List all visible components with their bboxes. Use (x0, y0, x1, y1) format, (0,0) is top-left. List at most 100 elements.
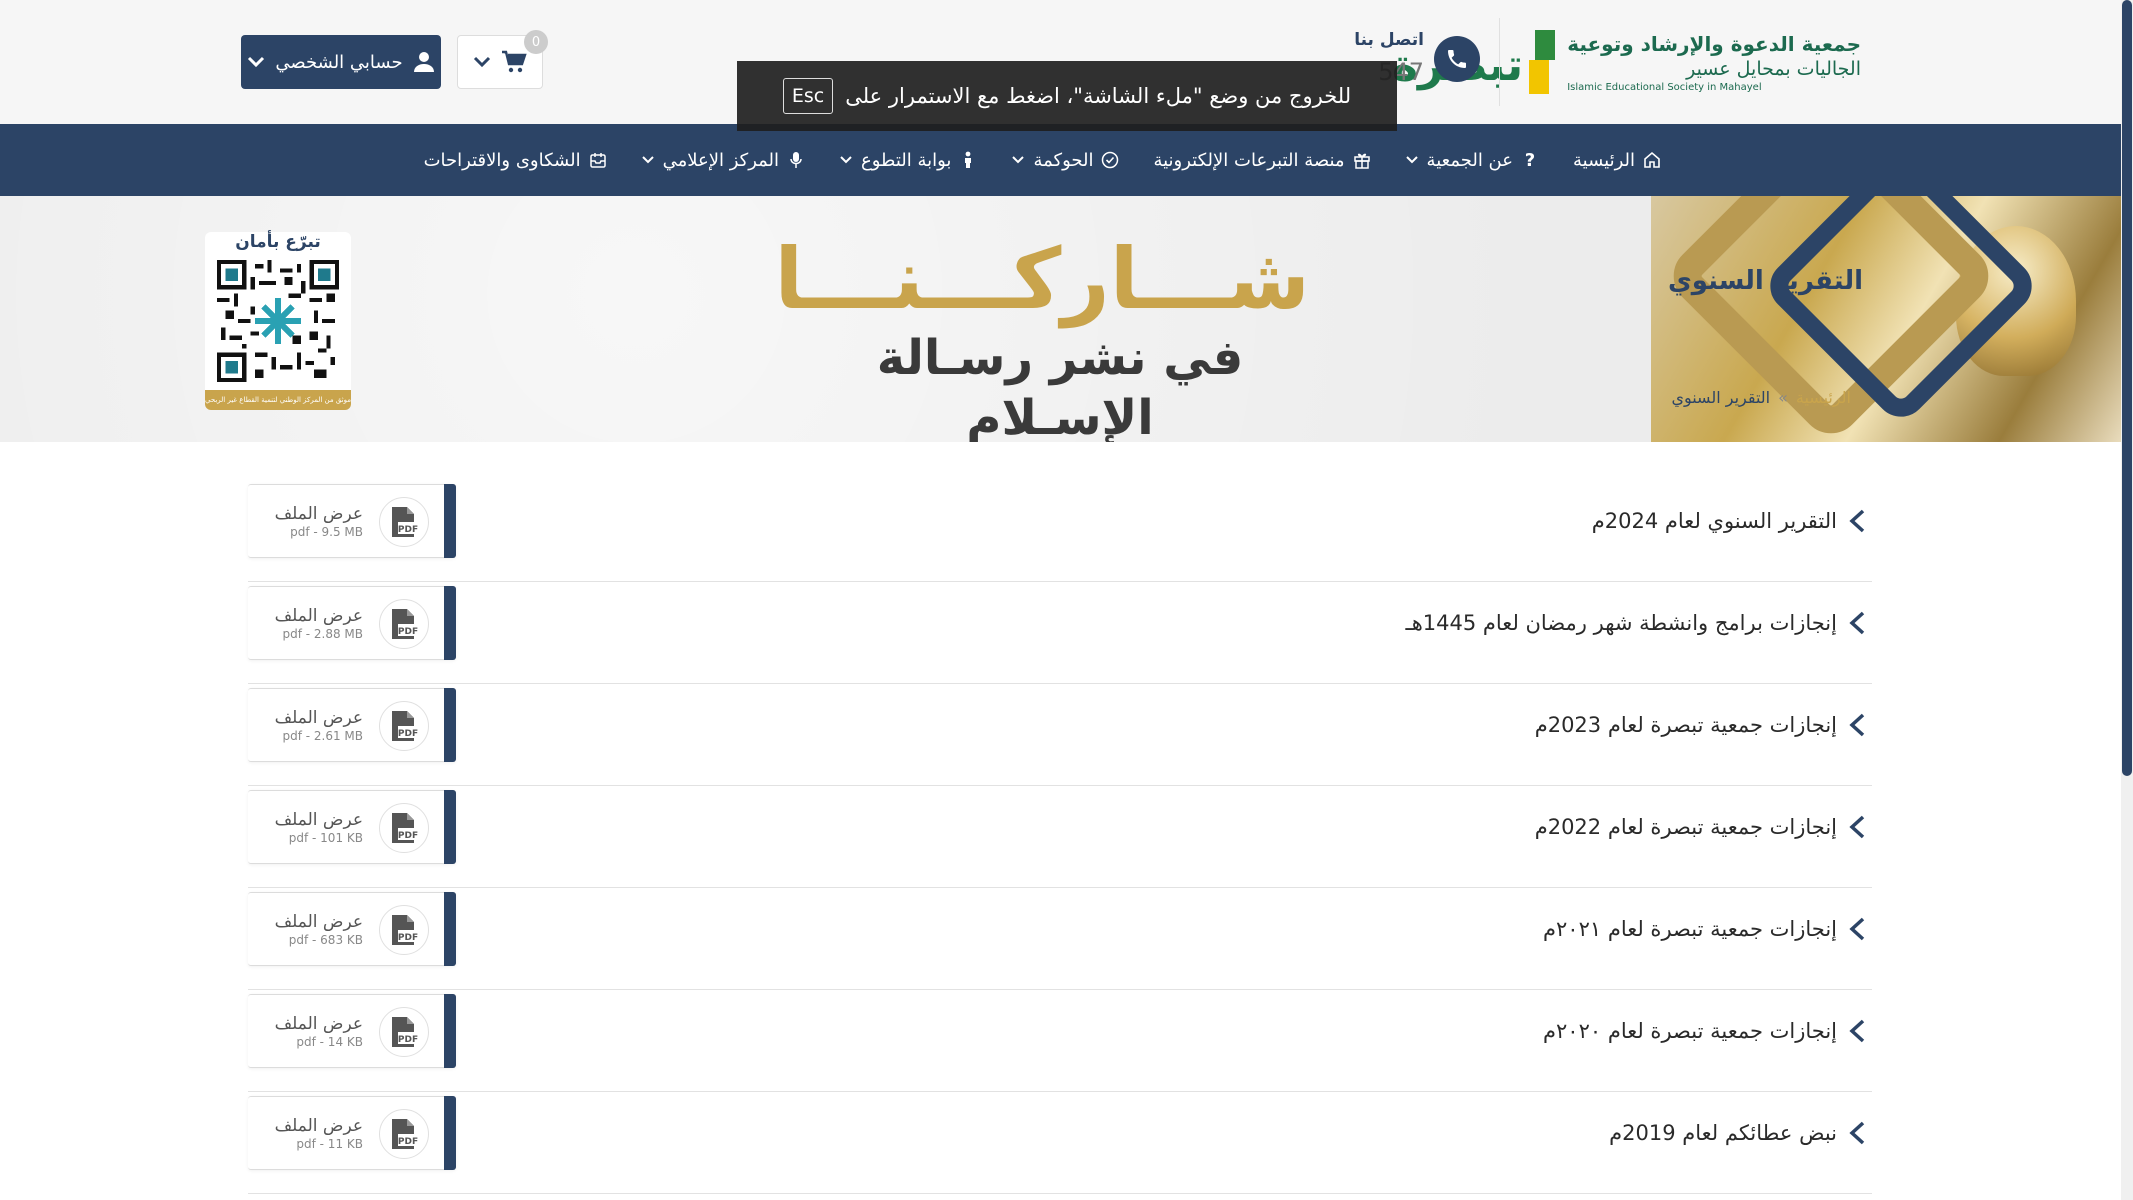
hero-banner: التقرير السنوي الرئيسية » التقرير السنوي… (0, 196, 2121, 442)
chevron-down-icon (248, 56, 265, 68)
breadcrumb-current: التقرير السنوي (1671, 388, 1771, 407)
pdf-file-icon: PDF (379, 599, 429, 649)
file-meta: عرض الملف pdf - 101 KB (275, 810, 363, 846)
file-meta: عرض الملف pdf - 11 KB (275, 1116, 363, 1152)
file-size: pdf - 101 KB (288, 831, 363, 845)
report-title[interactable]: نبض عطائكم لعام 2019م (1609, 1092, 1837, 1174)
svg-text:PDF: PDF (398, 933, 418, 943)
person-icon (959, 151, 977, 169)
report-row: نبض عطائكم لعام 2019م PDF عرض الملف pdf … (248, 1092, 1872, 1194)
file-label: عرض الملف (274, 504, 363, 524)
main-nav: الرئيسية ? عن الجمعية منصة التبرعات الإل… (0, 124, 2121, 196)
pdf-file-icon: PDF (379, 497, 429, 547)
chevron-left-icon (1849, 917, 1865, 941)
view-file-button[interactable]: PDF عرض الملف pdf - 11 KB (248, 1096, 456, 1170)
qr-title: تبرّع بأمان (235, 232, 321, 252)
nav-item-label: الحوكمة (1033, 149, 1094, 171)
user-icon (413, 52, 434, 72)
chevron-down-icon (840, 156, 852, 164)
report-title[interactable]: إنجازات جمعية تبصرة لعام ٢٠٢١م (1543, 888, 1837, 970)
pdf-file-icon: PDF (379, 1007, 429, 1057)
chevron-down-icon (1405, 156, 1418, 164)
breadcrumb: الرئيسية » التقرير السنوي (1671, 388, 1851, 407)
inbox-icon (589, 151, 607, 169)
nav-item-governance[interactable]: الحوكمة (1011, 150, 1119, 171)
nav-item-complaints[interactable]: الشكاوى والاقتراحات (424, 150, 607, 171)
nav-item-label: منصة التبرعات الإلكترونية (1153, 149, 1345, 171)
chevron-left-icon (1849, 713, 1865, 737)
file-size: pdf - 2.61 MB (282, 729, 363, 743)
fullscreen-notice-text: للخروج من وضع "ملء الشاشة"، اضغط مع الاس… (845, 84, 1352, 108)
fullscreen-notice: للخروج من وضع "ملء الشاشة"، اضغط مع الاس… (737, 61, 1397, 131)
phone-button[interactable] (1434, 36, 1480, 82)
cart-icon (502, 50, 527, 73)
file-label: عرض الملف (274, 1014, 363, 1034)
file-label: عرض الملف (274, 606, 363, 626)
esc-key-badge: Esc (782, 78, 834, 114)
report-row: إنجازات جمعية تبصرة لعام 2023م PDF عرض ا… (248, 684, 1872, 786)
file-label: عرض الملف (274, 1116, 363, 1136)
gift-icon (1353, 151, 1371, 169)
view-file-button[interactable]: PDF عرض الملف pdf - 101 KB (248, 790, 456, 864)
file-size: pdf - 683 KB (288, 933, 363, 947)
nav-item-label: بوابة التطوع (861, 149, 952, 171)
file-size: pdf - 9.5 MB (290, 525, 363, 539)
report-title[interactable]: إنجازات برامج وانشطة شهر رمضان لعام 1445… (1406, 582, 1837, 664)
microphone-icon (787, 151, 805, 169)
report-title[interactable]: إنجازات جمعية تبصرة لعام 2022م (1535, 786, 1837, 868)
phone-icon (1448, 50, 1466, 68)
report-row: التقرير السنوي لعام 2024م PDF عرض الملف … (248, 480, 1872, 582)
qr-footer-note: موثق من المركز الوطني لتنمية القطاع غير … (205, 390, 351, 410)
file-meta: عرض الملف pdf - 9.5 MB (275, 504, 363, 540)
view-file-button[interactable]: PDF عرض الملف pdf - 9.5 MB (248, 484, 456, 558)
chevron-left-icon (1849, 509, 1865, 533)
slogan-subline: في نشر رسـالة الإسـلام (876, 330, 1244, 442)
nav-item-about[interactable]: ? عن الجمعية (1405, 150, 1539, 171)
main-nav-list: الرئيسية ? عن الجمعية منصة التبرعات الإل… (424, 124, 1661, 196)
nav-item-label: الرئيسية (1573, 149, 1635, 171)
file-meta: عرض الملف pdf - 2.61 MB (275, 708, 363, 744)
file-size: pdf - 11 KB (296, 1137, 363, 1151)
home-icon (1643, 151, 1661, 169)
donate-qr-card[interactable]: تبرّع بأمان موثق من المركز الوطني لتنمية… (205, 232, 351, 410)
report-title[interactable]: إنجازات جمعية تبصرة لعام ٢٠٢٠م (1543, 990, 1837, 1072)
file-label: عرض الملف (274, 810, 363, 830)
chevron-down-icon (473, 56, 491, 68)
file-size: pdf - 2.88 MB (282, 627, 363, 641)
view-file-button[interactable]: PDF عرض الملف pdf - 2.88 MB (248, 586, 456, 660)
header-divider (1499, 18, 1500, 106)
site-header: تبصرة جمعية الدعوة والإرشاد وتوعية الجال… (0, 0, 2121, 131)
file-meta: عرض الملف pdf - 2.88 MB (275, 606, 363, 642)
view-file-button[interactable]: PDF عرض الملف pdf - 14 KB (248, 994, 456, 1068)
svg-text:PDF: PDF (398, 1137, 418, 1147)
breadcrumb-home-link[interactable]: الرئيسية (1796, 388, 1851, 407)
logo-line-1: جمعية الدعوة والإرشاد وتوعية (1567, 32, 1861, 56)
scrollbar-thumb[interactable] (2122, 0, 2132, 776)
svg-text:PDF: PDF (398, 525, 418, 535)
svg-text:PDF: PDF (398, 1035, 418, 1045)
question-icon: ? (1524, 149, 1536, 171)
nav-item-media-center[interactable]: المركز الإعلامي (641, 150, 805, 171)
logo-squares-icon (1529, 30, 1556, 96)
check-circle-icon (1101, 151, 1119, 169)
slogan-headline: شـــاركـــنـــا (774, 230, 1310, 328)
report-title[interactable]: إنجازات جمعية تبصرة لعام 2023م (1535, 684, 1837, 766)
pdf-file-icon: PDF (379, 905, 429, 955)
page-scrollbar[interactable] (2121, 0, 2133, 1200)
view-file-button[interactable]: PDF عرض الملف pdf - 2.61 MB (248, 688, 456, 762)
nav-item-home[interactable]: الرئيسية (1573, 150, 1661, 171)
account-button[interactable]: حسابي الشخصي (241, 35, 441, 89)
pdf-file-icon: PDF (379, 803, 429, 853)
nav-item-volunteer[interactable]: بوابة التطوع (839, 150, 977, 171)
chevron-left-icon (1849, 1019, 1865, 1043)
nav-item-donations[interactable]: منصة التبرعات الإلكترونية (1153, 150, 1370, 171)
view-file-button[interactable]: PDF عرض الملف pdf - 683 KB (248, 892, 456, 966)
pdf-file-icon: PDF (379, 1109, 429, 1159)
chevron-down-icon (641, 156, 654, 164)
file-size: pdf - 14 KB (296, 1035, 363, 1049)
report-row: إنجازات برامج وانشطة شهر رمضان لعام 1445… (248, 582, 1872, 684)
report-title[interactable]: التقرير السنوي لعام 2024م (1592, 480, 1837, 562)
file-meta: عرض الملف pdf - 683 KB (275, 912, 363, 948)
page-title: التقرير السنوي (1667, 266, 1863, 296)
file-meta: عرض الملف pdf - 14 KB (275, 1014, 363, 1050)
